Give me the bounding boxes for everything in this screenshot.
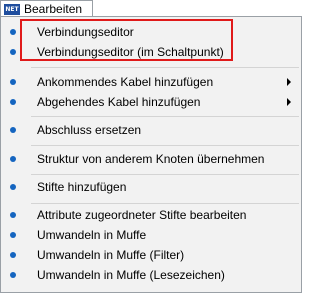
menu-separator	[31, 67, 299, 68]
menu-title: Bearbeiten	[24, 2, 83, 16]
bullet-icon	[10, 156, 16, 162]
menu-item-label: Umwandeln in Muffe (Filter)	[37, 248, 185, 262]
menu-separator	[31, 116, 299, 117]
menu-item-label: Abgehendes Kabel hinzufügen	[37, 95, 201, 109]
menu-item-ankommendes-kabel[interactable]: Ankommendes Kabel hinzufügen	[1, 72, 301, 92]
menu-item-umwandeln-muffe-filter[interactable]: Umwandeln in Muffe (Filter)	[1, 245, 301, 265]
menu-item-label: Stifte hinzufügen	[37, 180, 127, 194]
menu-item-label: Umwandeln in Muffe	[37, 228, 147, 242]
app-logo-icon: NET	[4, 3, 20, 15]
menu-item-umwandeln-muffe[interactable]: Umwandeln in Muffe	[1, 225, 301, 245]
menu-separator	[31, 174, 299, 175]
bullet-icon	[10, 212, 16, 218]
menu-separator	[31, 203, 299, 204]
bearbeiten-menu[interactable]: NET Bearbeiten	[0, 0, 93, 17]
menu-item-umwandeln-muffe-lesezeichen[interactable]: Umwandeln in Muffe (Lesezeichen)	[1, 265, 301, 285]
menu-item-attribute-stifte[interactable]: Attribute zugeordneter Stifte bearbeiten	[1, 205, 301, 225]
bullet-icon	[10, 127, 16, 133]
menu-item-label: Umwandeln in Muffe (Lesezeichen)	[37, 268, 225, 282]
menu-item-label: Ankommendes Kabel hinzufügen	[37, 75, 214, 89]
bullet-icon	[10, 232, 16, 238]
bullet-icon	[10, 49, 16, 55]
bullet-icon	[10, 99, 16, 105]
menu-item-struktur-uebernehmen[interactable]: Struktur von anderem Knoten übernehmen	[1, 149, 301, 169]
highlight-box	[20, 19, 233, 61]
menu-item-label: Struktur von anderem Knoten übernehmen	[37, 152, 265, 166]
bullet-icon	[10, 29, 16, 35]
menu-item-label: Attribute zugeordneter Stifte bearbeiten	[37, 208, 247, 222]
submenu-arrow-icon	[287, 98, 291, 106]
bullet-icon	[10, 252, 16, 258]
menu-item-abgehendes-kabel[interactable]: Abgehendes Kabel hinzufügen	[1, 92, 301, 112]
menu-bar: NET Bearbeiten	[0, 0, 302, 17]
menu-item-stifte-hinzufuegen[interactable]: Stifte hinzufügen	[1, 177, 301, 197]
bullet-icon	[10, 272, 16, 278]
menu-item-label: Abschluss ersetzen	[37, 123, 142, 137]
submenu-arrow-icon	[287, 78, 291, 86]
bullet-icon	[10, 184, 16, 190]
bullet-icon	[10, 79, 16, 85]
menu-item-abschluss-ersetzen[interactable]: Abschluss ersetzen	[1, 120, 301, 140]
menu-separator	[31, 145, 299, 146]
